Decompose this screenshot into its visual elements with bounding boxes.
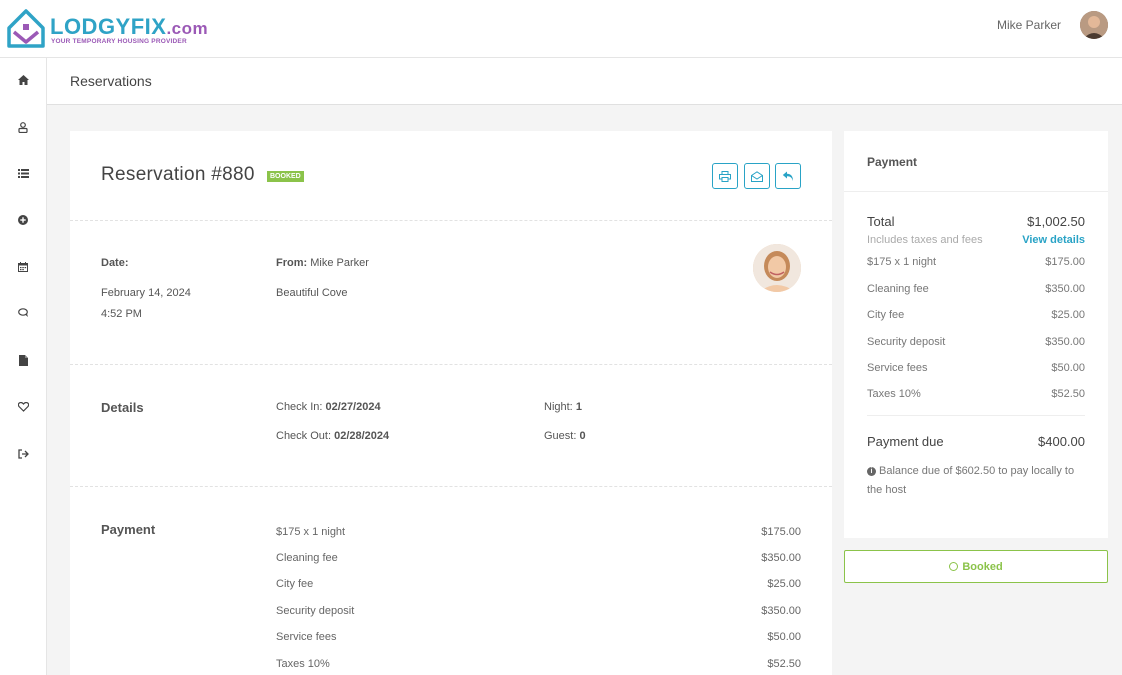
chat-icon[interactable] (16, 306, 30, 320)
brand-tagline: YOUR TEMPORARY HOUSING PROVIDER (51, 38, 187, 45)
reservation-time: 4:52 PM (101, 308, 142, 320)
view-details-link[interactable]: View details (1022, 234, 1085, 246)
details-title: Details (101, 400, 144, 415)
home-icon[interactable] (16, 73, 30, 87)
print-button[interactable] (712, 163, 738, 189)
section-divider (70, 486, 832, 487)
summary-divider (844, 191, 1108, 192)
reservation-title: Reservation #880 (101, 164, 255, 185)
summary-row: Cleaning fee $350.00 (867, 283, 1085, 295)
booked-status-button[interactable]: Booked (844, 550, 1108, 583)
from-line: From: Mike Parker (276, 257, 369, 269)
payment-summary-card: Payment Total $1,002.50 Includes taxes an… (844, 131, 1108, 538)
payment-row: Cleaning fee $350.00 (276, 552, 801, 564)
summary-divider (867, 415, 1085, 416)
property-name[interactable]: Beautiful Cove (276, 287, 348, 299)
payment-row: Service fees $50.00 (276, 631, 801, 643)
summary-row: Security deposit $350.00 (867, 336, 1085, 348)
payment-title: Payment (101, 522, 156, 537)
check-circle-icon (949, 562, 959, 571)
heart-icon[interactable] (16, 400, 30, 414)
summary-row: City fee $25.00 (867, 309, 1085, 321)
logout-icon[interactable] (16, 447, 30, 461)
date-label: Date: (101, 257, 129, 269)
envelope-open-icon (751, 170, 763, 182)
plus-circle-icon[interactable] (16, 213, 30, 227)
reservation-date: February 14, 2024 (101, 287, 191, 299)
check-in: Check In: 02/27/2024 (276, 401, 381, 413)
email-button[interactable] (744, 163, 770, 189)
reply-button[interactable] (775, 163, 801, 189)
host-avatar (753, 244, 801, 292)
status-badge: BOOKED (267, 171, 304, 182)
includes-row: Includes taxes and fees View details (867, 234, 1085, 246)
payment-row: Security deposit $350.00 (276, 605, 801, 617)
reply-icon (782, 171, 793, 181)
summary-row: $175 x 1 night $175.00 (867, 256, 1085, 268)
payment-row: Taxes 10% $52.50 (276, 658, 801, 670)
night-count: Night: 1 (544, 401, 582, 413)
info-icon: i (867, 466, 876, 476)
printer-icon (719, 170, 731, 182)
check-out: Check Out: 02/28/2024 (276, 430, 390, 442)
page-header: Reservations (47, 58, 1122, 105)
payment-row: $175 x 1 night $175.00 (276, 526, 801, 538)
logo[interactable]: LODGYFIX.com YOUR TEMPORARY HOUSING PROV… (6, 8, 209, 52)
guest-count: Guest: 0 (544, 430, 586, 442)
file-icon[interactable] (16, 353, 30, 367)
balance-note: i Balance due of $602.50 to pay locally t… (867, 465, 1075, 496)
calendar-icon[interactable] (16, 260, 30, 274)
top-bar: LODGYFIX.com YOUR TEMPORARY HOUSING PROV… (0, 0, 1122, 58)
user-icon[interactable] (16, 120, 30, 134)
page-title: Reservations (70, 73, 152, 89)
summary-title: Payment (867, 155, 918, 169)
avatar[interactable] (1080, 11, 1108, 39)
summary-row: Service fees $50.00 (867, 362, 1085, 374)
brand-name: LODGYFIX.com (50, 14, 209, 39)
reservation-card: Reservation #880 BOOKED Date: February 1… (70, 131, 832, 675)
summary-row: Taxes 10% $52.50 (867, 388, 1085, 400)
sidebar (0, 58, 47, 675)
payment-row: City fee $25.00 (276, 578, 801, 590)
total-row: Total $1,002.50 (867, 214, 1085, 229)
user-name[interactable]: Mike Parker (997, 18, 1061, 32)
section-divider (70, 220, 832, 221)
section-divider (70, 364, 832, 365)
list-icon[interactable] (16, 166, 30, 180)
house-logo-icon (7, 9, 45, 48)
payment-due-row: Payment due $400.00 (867, 434, 1085, 449)
